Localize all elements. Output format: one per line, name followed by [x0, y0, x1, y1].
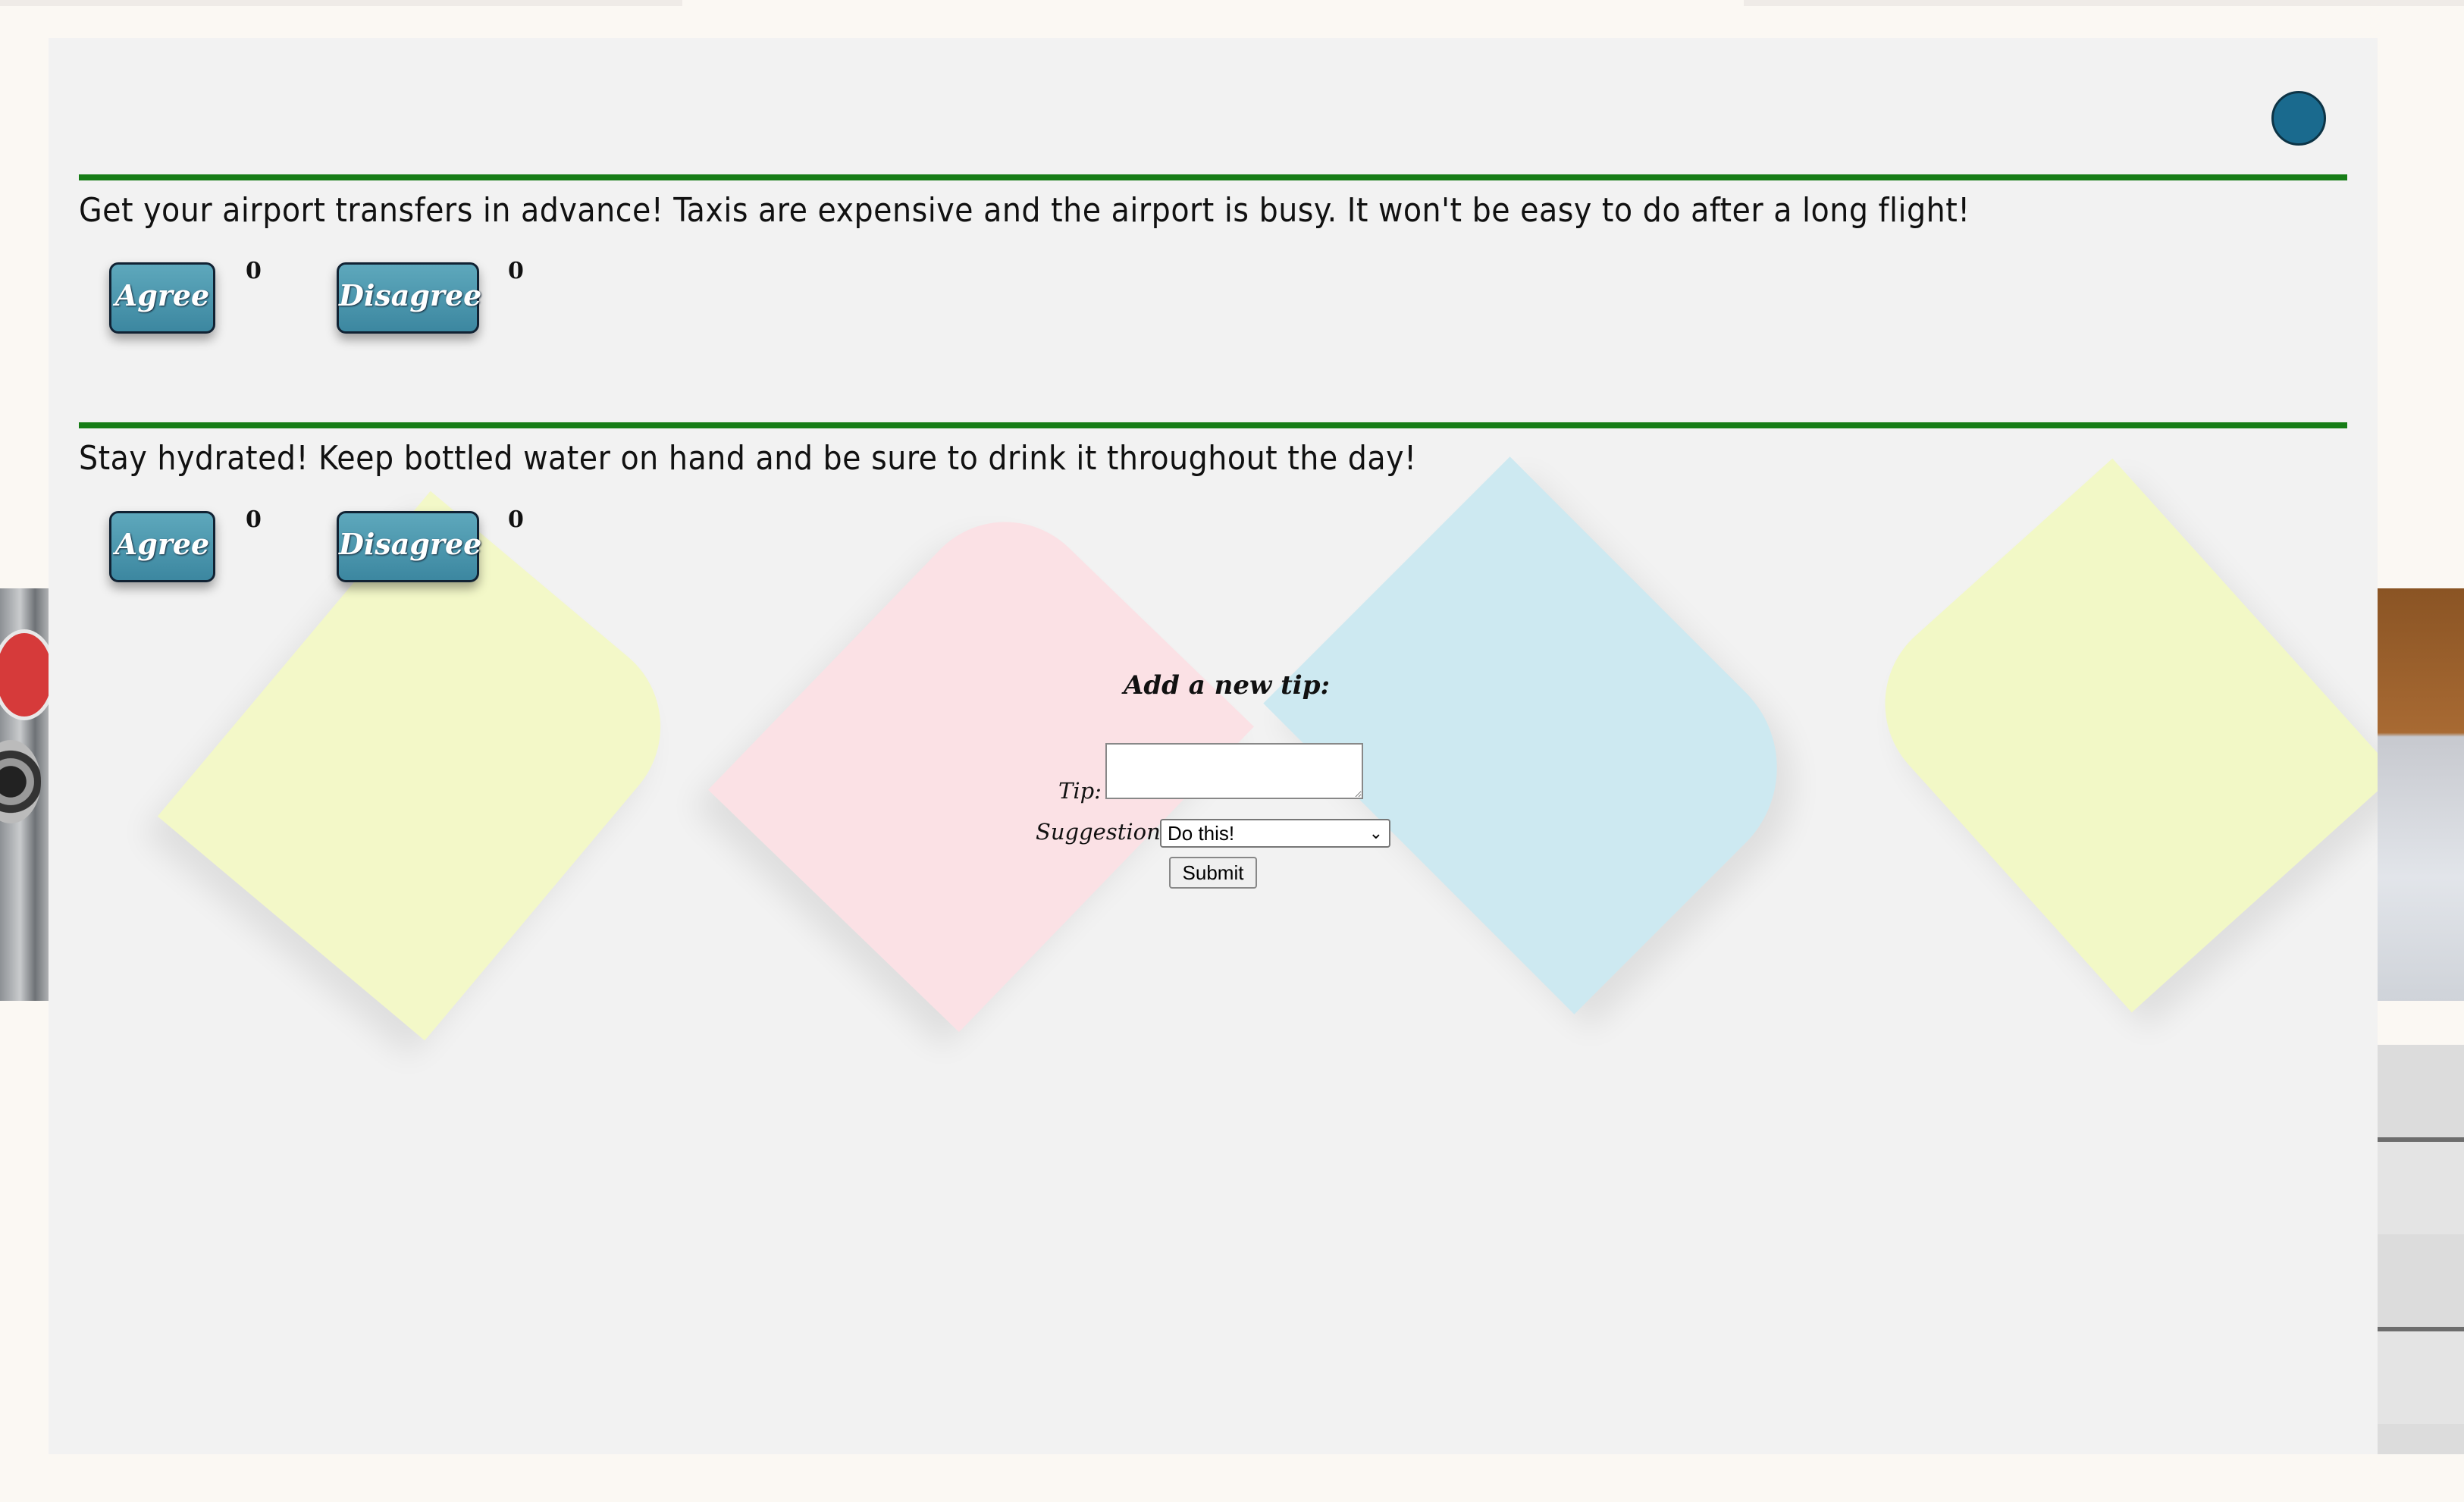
suggestion-label: Suggestion:: [1036, 819, 1168, 845]
tip-card: Get your airport transfers in advance! T…: [79, 174, 2347, 230]
user-avatar[interactable]: [2271, 91, 2326, 146]
disagree-button[interactable]: Disagree: [337, 262, 481, 334]
sticky-note-blue: [1263, 456, 1821, 1014]
tip-card: Stay hydrated! Keep bottled water on han…: [79, 422, 2347, 478]
tip-divider: [79, 422, 2347, 428]
tip-text: Get your airport transfers in advance! T…: [79, 191, 1970, 230]
camera-lens: [0, 740, 41, 823]
tip-text: Stay hydrated! Keep bottled water on han…: [79, 439, 1417, 478]
suggestion-selected-value: Do this!: [1168, 822, 1235, 845]
top-edge-shadow: [0, 0, 682, 6]
disagree-count: 0: [508, 258, 524, 284]
disagree-count: 0: [508, 506, 524, 533]
chevron-down-icon: ⌄: [1368, 823, 1383, 842]
main-panel: Get your airport transfers in advance! T…: [49, 38, 2378, 1454]
top-edge-shadow: [1744, 0, 2464, 6]
tip-divider: [79, 174, 2347, 180]
tip-input[interactable]: [1105, 743, 1363, 799]
agree-button[interactable]: Agree: [109, 262, 215, 334]
agree-button[interactable]: Agree: [109, 511, 215, 582]
camera-dial: [0, 629, 56, 720]
background-photo-bed: [2378, 588, 2464, 1001]
background-photo-camera: [0, 588, 56, 1001]
agree-count: 0: [246, 506, 262, 533]
sticky-note-yellow: [1848, 458, 2378, 1013]
disagree-button[interactable]: Disagree: [337, 511, 481, 582]
agree-count: 0: [246, 258, 262, 284]
background-photo-planks: [2378, 1045, 2464, 1454]
tip-label: Tip:: [1058, 778, 1102, 804]
submit-button[interactable]: Submit: [1169, 857, 1257, 889]
add-tip-title: Add a new tip:: [1124, 670, 1331, 701]
suggestion-select[interactable]: Do this! ⌄: [1160, 819, 1390, 848]
